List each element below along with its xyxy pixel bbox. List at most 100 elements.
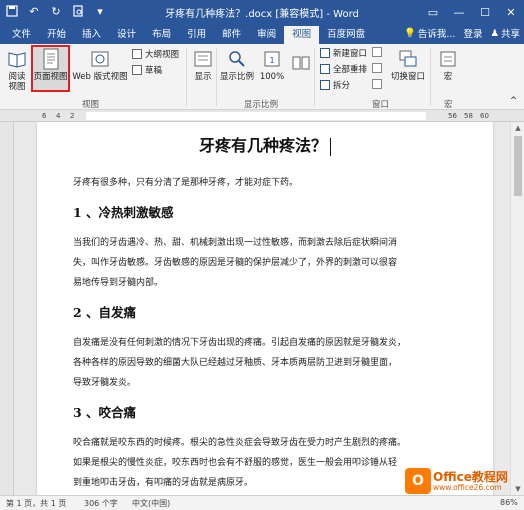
document-canvas[interactable]: 牙疼有几种疼法？ 牙疼有很多种，只有分清了是那种牙疼，才能对症下药。 1 、冷热… (14, 122, 510, 495)
read-mode-button[interactable]: 阅读视图 (4, 48, 30, 92)
tab-file[interactable]: 文件 (4, 26, 39, 44)
intro-paragraph[interactable]: 牙疼有很多种，只有分清了是那种牙疼，才能对症下药。 (73, 172, 453, 194)
watermark-url: www.office26.com (433, 483, 502, 492)
title-bar: ↶ ↻ ▾ 牙疼有几种疼法？.docx [兼容模式] - Word ▭ — ☐ … (0, 0, 524, 24)
zoom-pages-button[interactable] (290, 52, 312, 76)
section-line[interactable]: 当我们的牙齿遇冷、热、甜、机械刺激出现一过性敏感，而刺激去除后症状瞬间消 (73, 232, 453, 254)
scroll-thumb[interactable] (514, 136, 522, 196)
lightbulb-icon: 💡 (404, 27, 416, 39)
minimize-icon[interactable]: — (446, 0, 472, 24)
web-layout-button[interactable]: Web 版式视图 (72, 48, 128, 82)
sync-scroll-button[interactable] (372, 63, 382, 73)
group-label-zoom: 显示比例 (244, 100, 279, 110)
side-by-side-icon (372, 47, 382, 57)
tab-review[interactable]: 审阅 (249, 26, 284, 44)
section-heading[interactable]: 1 、冷热刺激敏感 (73, 202, 174, 221)
share-button[interactable]: ♟ 共享 (490, 26, 520, 41)
ruler-number: 2 (70, 112, 75, 120)
login-link[interactable]: 登录 (463, 26, 482, 40)
scroll-up-icon[interactable]: ▲ (511, 122, 524, 134)
multi-page-icon (290, 52, 312, 74)
ruler-number: 58 (464, 112, 473, 120)
draft-icon (132, 65, 142, 75)
tab-layout[interactable]: 布局 (144, 26, 179, 44)
magnifier-icon (226, 48, 248, 70)
page-count[interactable]: 第 1 页，共 1 页 (6, 498, 66, 509)
section-line[interactable]: 导致牙髓发炎。 (73, 372, 453, 394)
tabs-right-area: 💡 告诉我... 登录 ♟ 共享 (404, 26, 520, 41)
tab-baidu-netdisk[interactable]: 百度网盘 (319, 26, 373, 44)
tab-home[interactable]: 开始 (39, 26, 74, 44)
tab-references[interactable]: 引用 (179, 26, 214, 44)
text-cursor (330, 137, 331, 156)
outline-button[interactable]: 大纲视图 (132, 48, 179, 60)
tell-me-box[interactable]: 💡 告诉我... (404, 26, 455, 41)
window-controls: ▭ — ☐ ✕ (420, 0, 524, 24)
separator (186, 48, 187, 106)
svg-text:1: 1 (269, 56, 274, 65)
close-icon[interactable]: ✕ (498, 0, 524, 24)
reset-position-icon (372, 79, 382, 89)
ruler-number: 6 (42, 112, 47, 120)
section-line[interactable]: 咬合痛就是咬东西的时候疼。根尖的急性炎症会导致牙齿在受力时产生剧烈的疼痛。 (73, 432, 453, 454)
office-logo-icon: O (405, 468, 431, 494)
sync-scroll-icon (372, 63, 382, 73)
language[interactable]: 中文(中国) (132, 498, 170, 509)
document-page[interactable]: 牙疼有几种疼法？ 牙疼有很多种，只有分清了是那种牙疼，才能对症下药。 1 、冷热… (37, 122, 493, 495)
tab-mailings[interactable]: 邮件 (214, 26, 249, 44)
document-title[interactable]: 牙疼有几种疼法？ (37, 132, 493, 156)
section-heading[interactable]: 2 、自发痛 (73, 302, 136, 321)
ruler-text-area (86, 112, 426, 120)
horizontal-ruler[interactable]: 6 4 2 56 58 60 (0, 110, 524, 122)
reset-position-button[interactable] (372, 79, 382, 89)
zoom-100-button[interactable]: 1 100% (258, 48, 286, 82)
ruler-number: 56 (448, 112, 457, 120)
word-count[interactable]: 306 个字 (84, 498, 118, 509)
zoom-button[interactable]: 显示比例 (219, 48, 255, 82)
separator (430, 48, 431, 106)
outline-icon (132, 49, 142, 59)
tab-view[interactable]: 视图 (284, 26, 320, 44)
split-icon (320, 80, 330, 90)
arrange-all-button[interactable]: 全部重排 (320, 63, 367, 75)
new-window-button[interactable]: 新建窗口 (320, 47, 367, 59)
web-layout-icon (89, 48, 111, 70)
section-line[interactable]: 易地传导到牙髓内部。 (73, 272, 453, 294)
separator (314, 48, 315, 106)
status-bar: 第 1 页，共 1 页 306 个字 中文(中国) 86% (0, 495, 524, 510)
print-layout-icon (40, 48, 62, 70)
zoom-100-icon: 1 (261, 48, 283, 70)
section-line[interactable]: 如果是根尖的慢性炎症，咬东西时也会有不舒服的感觉，医生一般会用叩诊锤从轻 (73, 452, 453, 474)
split-button[interactable]: 拆分 (320, 79, 350, 91)
section-heading[interactable]: 3 、咬合痛 (73, 402, 136, 421)
macros-button[interactable]: 宏 (436, 48, 460, 82)
macros-icon (437, 48, 459, 70)
side-by-side-button[interactable] (372, 47, 382, 57)
read-mode-icon (6, 48, 28, 70)
section-line[interactable]: 自发痛是没有任何刺激的情况下牙齿出现的疼痛。引起自发痛的原因就是牙髓发炎， (73, 332, 453, 354)
separator (216, 48, 217, 106)
tab-design[interactable]: 设计 (109, 26, 144, 44)
maximize-icon[interactable]: ☐ (472, 0, 498, 24)
group-label-macros: 宏 (444, 100, 453, 110)
ruler-number: 60 (480, 112, 489, 120)
new-window-icon (320, 48, 330, 58)
group-label-views: 视图 (82, 100, 100, 110)
show-button[interactable]: 显示 (190, 48, 216, 82)
switch-windows-button[interactable]: 切换窗口 (388, 48, 428, 82)
arrange-all-icon (320, 64, 330, 74)
ribbon-display-icon[interactable]: ▭ (420, 0, 446, 24)
vertical-ruler[interactable] (0, 122, 14, 495)
section-line[interactable]: 失，叫作牙齿敏感。牙齿敏感的原因是牙髓的保护层减少了，外界的刺激可以很容 (73, 252, 453, 274)
collapse-ribbon-icon[interactable]: ^ (510, 96, 517, 106)
tab-insert[interactable]: 插入 (74, 26, 109, 44)
print-layout-button[interactable]: 页面视图 (32, 48, 69, 82)
section-line[interactable]: 各种各样的原因导致的细菌大队已经越过牙釉质、牙本质两层防卫进到牙髓里面， (73, 352, 453, 374)
show-icon (192, 48, 214, 70)
section-line[interactable]: 到重地叩击牙齿，有叩痛的牙齿就是病原牙。 (73, 472, 453, 494)
draft-button[interactable]: 草稿 (132, 64, 162, 76)
zoom-level[interactable]: 86% (500, 498, 518, 507)
vertical-scrollbar[interactable]: ▲ ▼ (510, 122, 524, 495)
person-icon: ♟ (490, 27, 499, 39)
ribbon-view: 阅读视图 页面视图 Web 版式视图 大纲视图 草稿 视图 显示 显示比例 1 … (0, 44, 524, 110)
